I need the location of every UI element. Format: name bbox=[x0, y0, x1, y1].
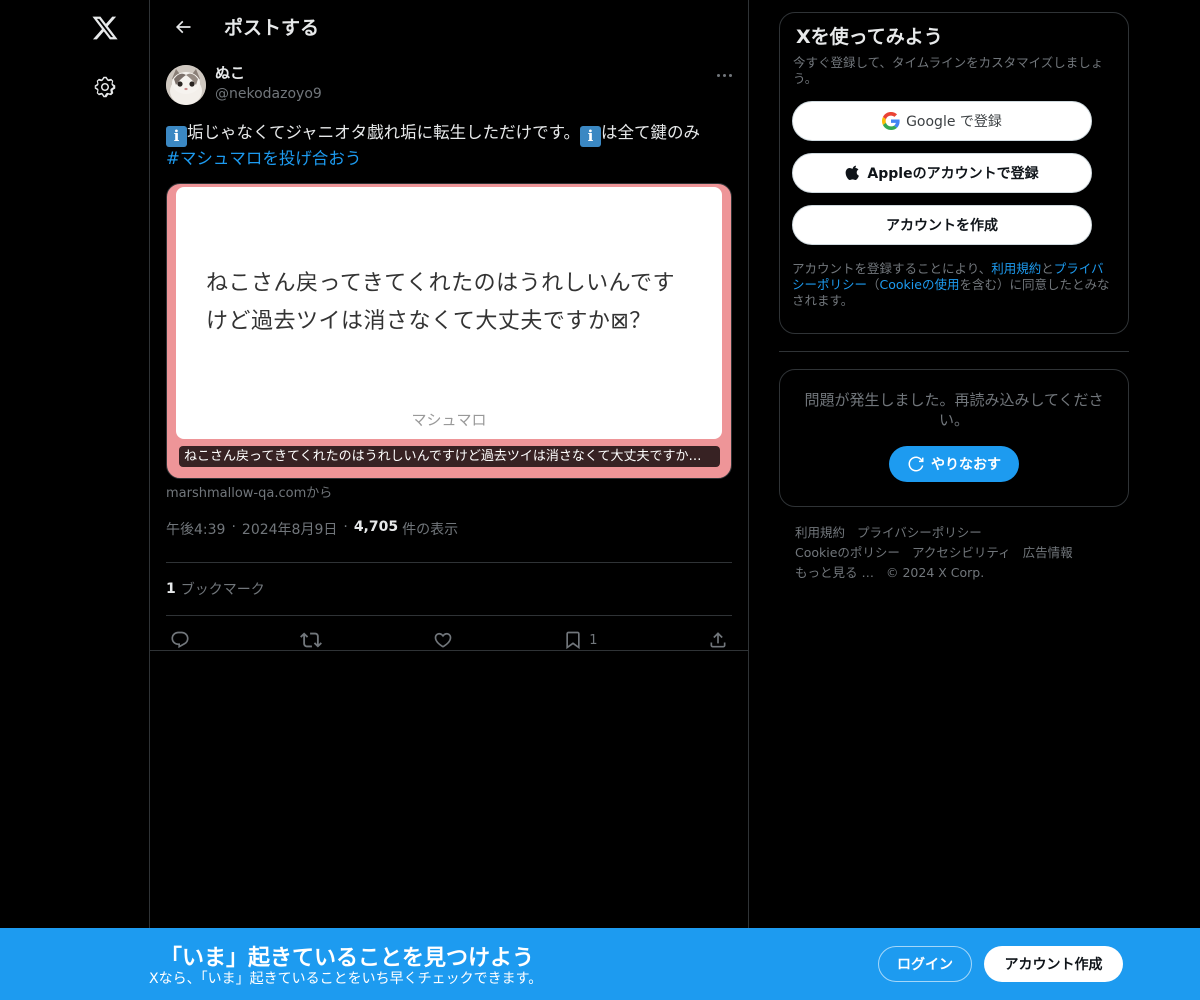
post-text-part2: は全て鍵のみ bbox=[601, 123, 701, 142]
refresh-icon bbox=[908, 456, 924, 472]
post-date[interactable]: 2024年8月9日 bbox=[242, 519, 337, 539]
more-dots-icon[interactable] bbox=[700, 63, 732, 87]
apple-signup-button[interactable]: Appleのアカウントで登録 bbox=[792, 153, 1092, 193]
view-count: 4,705 bbox=[353, 519, 399, 535]
bookmark-stats: 1 ブックマーク bbox=[166, 563, 732, 616]
apple-signup-label: Appleのアカウントで登録 bbox=[867, 166, 1039, 182]
legal-text-part: （ bbox=[867, 277, 880, 292]
page-title: ポストする bbox=[224, 17, 320, 39]
left-nav bbox=[75, 0, 135, 1000]
divider bbox=[150, 650, 748, 651]
view-label: 件の表示 bbox=[402, 522, 459, 538]
signup-button[interactable]: アカウント作成 bbox=[984, 946, 1123, 982]
login-button[interactable]: ログイン bbox=[878, 946, 972, 982]
bottom-signup-bar: 「いま」起きていることを見つけよう Xなら、「いま」起きていることをいち早くチェ… bbox=[0, 928, 1200, 1000]
reply-icon[interactable] bbox=[170, 630, 190, 650]
info-emoji-icon: i bbox=[580, 126, 602, 147]
google-signup-button[interactable]: Google で登録 bbox=[792, 101, 1092, 141]
link-card[interactable]: ねこさん戻ってきてくれたのはうれしいんです けど過去ツイは消さなくて大丈夫ですか… bbox=[166, 183, 732, 479]
footer-accessibility[interactable]: アクセシビリティ bbox=[912, 545, 1011, 560]
signup-subtitle: 今すぐ登録して、タイムラインをカスタマイズしましょう。 bbox=[793, 55, 1104, 86]
retry-button[interactable]: やりなおす bbox=[889, 446, 1019, 482]
legal-text-part: と bbox=[1041, 261, 1054, 276]
bookmark-action-count: 1 bbox=[589, 632, 598, 648]
error-message: 問題が発生しました。再読み込みしてください。 bbox=[804, 391, 1104, 429]
post-meta: 午後4:39 · 2024年8月9日 · 4,705 件の表示 bbox=[166, 519, 732, 563]
bookmark-count: 1 bbox=[166, 581, 176, 597]
bottom-bar-subtitle: Xなら、「いま」起きていることをいち早くチェックできます。 bbox=[149, 971, 543, 987]
share-icon[interactable] bbox=[708, 630, 728, 650]
post-author-row: ぬこ @nekodazoyo9 bbox=[166, 63, 732, 111]
card-question-line: ねこさん戻ってきてくれたのはうれしいんです bbox=[206, 271, 675, 296]
footer-terms[interactable]: 利用規約 bbox=[795, 525, 845, 540]
error-box: 問題が発生しました。再読み込みしてください。 やりなおす bbox=[779, 369, 1129, 507]
meta-dot: · bbox=[343, 519, 348, 535]
meta-dot: · bbox=[231, 519, 236, 535]
post-text-part1: 垢じゃなくてジャニオタ戯れ垢に転生しただけです。 bbox=[187, 123, 581, 142]
avatar[interactable] bbox=[166, 65, 206, 105]
terms-link[interactable]: 利用規約 bbox=[991, 261, 1041, 276]
legal-text: アカウントを登録することにより、利用規約とプライバシーポリシー（Cookieの使… bbox=[792, 261, 1116, 309]
repost-icon[interactable] bbox=[300, 629, 323, 651]
card-question-line: けど過去ツイは消さなくて大丈夫ですか⊠？ bbox=[206, 309, 652, 334]
legal-text-part: アカウントを登録することにより、 bbox=[792, 261, 992, 276]
info-emoji-icon: i bbox=[166, 126, 187, 147]
hashtag-link[interactable]: #マシュマロを投げ合おう bbox=[166, 149, 361, 168]
post-actions: 1 bbox=[166, 616, 732, 664]
arrow-left-icon[interactable] bbox=[166, 10, 200, 44]
main-column: ポストする ぬこ @nekodazoyo9 i 垢じゃなくてジャニオタ戯れ垢に転… bbox=[149, 0, 749, 1000]
google-signup-label: Google で登録 bbox=[906, 114, 1002, 130]
heart-icon[interactable] bbox=[433, 630, 453, 650]
card-question: ねこさん戻ってきてくれたのはうれしいんです けど過去ツイは消さなくて大丈夫ですか… bbox=[206, 265, 696, 341]
page-header: ポストする bbox=[150, 0, 748, 53]
gear-icon[interactable] bbox=[75, 59, 135, 115]
footer-privacy[interactable]: プライバシーポリシー bbox=[857, 525, 982, 540]
card-caption: ねこさん戻ってきてくれたのはうれしいんですけど過去ツイは消さなくて大丈夫ですか… bbox=[179, 446, 720, 467]
footer-links: 利用規約 プライバシーポリシー Cookieのポリシー アクセシビリティ 広告情報 も… bbox=[779, 523, 1129, 583]
post-time[interactable]: 午後4:39 bbox=[166, 519, 225, 539]
card-brand: マシュマロ bbox=[411, 411, 487, 429]
bookmark-label: ブックマーク bbox=[180, 582, 265, 598]
footer-more[interactable]: もっと見る … bbox=[795, 565, 874, 580]
card-image: ねこさん戻ってきてくれたのはうれしいんです けど過去ツイは消さなくて大丈夫ですか… bbox=[176, 187, 722, 439]
post: ぬこ @nekodazoyo9 i 垢じゃなくてジャニオタ戯れ垢に転生しただけです… bbox=[150, 53, 748, 664]
author-name[interactable]: ぬこ bbox=[215, 64, 245, 82]
cookie-link[interactable]: Cookieの使用 bbox=[880, 277, 960, 292]
card-source[interactable]: marshmallow-qa.comから bbox=[166, 484, 732, 504]
create-account-button[interactable]: アカウントを作成 bbox=[792, 205, 1092, 245]
google-icon bbox=[882, 112, 900, 130]
author-info: ぬこ @nekodazoyo9 bbox=[215, 63, 700, 105]
signup-title: Xを使ってみよう bbox=[796, 26, 943, 48]
post-text: i 垢じゃなくてジャニオタ戯れ垢に転生しただけです。 i は全て鍵のみ #マシュマロを… bbox=[166, 121, 732, 171]
retry-label: やりなおす bbox=[931, 457, 1001, 473]
right-sidebar: Xを使ってみよう 今すぐ登録して、タイムラインをカスタマイズしましょう。 Goo… bbox=[779, 12, 1129, 583]
author-handle[interactable]: @nekodazoyo9 bbox=[215, 83, 700, 105]
footer-cookie[interactable]: Cookieのポリシー bbox=[795, 545, 900, 560]
footer-copyright: © 2024 X Corp. bbox=[885, 565, 985, 580]
footer-ads[interactable]: 広告情報 bbox=[1023, 545, 1073, 560]
bookmark-icon[interactable]: 1 bbox=[563, 630, 598, 650]
x-logo-icon[interactable] bbox=[75, 0, 135, 56]
signup-box: Xを使ってみよう 今すぐ登録して、タイムラインをカスタマイズしましょう。 Goo… bbox=[779, 12, 1129, 334]
divider bbox=[779, 351, 1129, 352]
apple-icon bbox=[846, 165, 860, 180]
